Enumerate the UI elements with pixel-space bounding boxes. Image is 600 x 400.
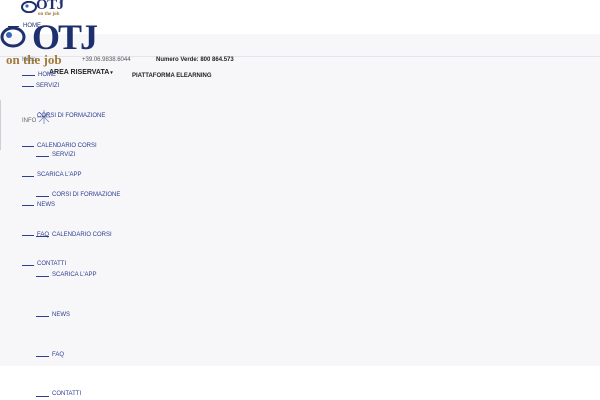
- menu-primary-servizi[interactable]: SERVIZI: [36, 83, 59, 89]
- toll-free-number[interactable]: Numero Verde: 800 864.573: [156, 57, 234, 63]
- reserved-area-label: AREA RISERVATA: [49, 69, 110, 76]
- menu-primary-calendario[interactable]: CALENDARIO CORSI: [37, 143, 97, 149]
- menu-primary-contatti[interactable]: CONTATTI: [37, 261, 66, 267]
- elearning-platform-link[interactable]: PIATTAFORMA ELEARNING: [132, 73, 212, 79]
- nav-line: [22, 176, 34, 177]
- nav-line: [36, 356, 49, 357]
- phone-number[interactable]: +39.06.9838.6044: [82, 57, 131, 63]
- menu-primary-corsi[interactable]: CORSI DI FORMAZIONE: [37, 113, 105, 119]
- logo-large[interactable]: OTJ on the job: [0, 17, 98, 70]
- menu-primary-news[interactable]: NEWS: [37, 202, 55, 208]
- nav-line: [22, 86, 34, 87]
- menu-primary-faq[interactable]: FAQ: [37, 232, 49, 238]
- menu-secondary-calendario[interactable]: CALENDARIO CORSI: [52, 232, 112, 238]
- menu-primary-home[interactable]: HOME: [38, 72, 56, 78]
- nav-line: [36, 396, 49, 397]
- menu-panel: [0, 34, 600, 366]
- vertical-divider: [0, 100, 1, 150]
- nav-line: [22, 265, 34, 266]
- registered-mark: ®: [59, 0, 62, 5]
- menu-secondary-servizi[interactable]: SERVIZI: [52, 152, 75, 158]
- menu-secondary-scarica-app[interactable]: SCARICA L'APP: [52, 272, 97, 278]
- globe-o-icon: [0, 26, 26, 48]
- nav-line: [36, 276, 49, 277]
- menu-secondary-contatti[interactable]: CONTATTI: [52, 391, 81, 397]
- nav-line: [22, 235, 34, 236]
- globe-o-icon: [21, 1, 37, 13]
- reserved-area-link[interactable]: AREA RISERVATA▾: [49, 69, 113, 76]
- chevron-down-icon: ▾: [110, 70, 113, 76]
- menu-primary-scarica-app[interactable]: SCARICA L'APP: [37, 172, 82, 178]
- nav-line: [36, 156, 49, 157]
- menu-secondary-corsi[interactable]: CORSI DI FORMAZIONE: [52, 192, 120, 198]
- nav-line: [22, 205, 34, 206]
- menu-secondary-faq[interactable]: FAQ: [52, 352, 64, 358]
- nav-line: [22, 146, 34, 147]
- nav-line: [22, 75, 35, 76]
- nav-line: [36, 236, 49, 237]
- breadcrumb-start[interactable]: Inizio: [22, 57, 36, 63]
- nav-line: [36, 316, 49, 317]
- info-label: INFO: [22, 118, 37, 124]
- nav-line: [36, 196, 49, 197]
- menu-secondary-news[interactable]: NEWS: [52, 312, 70, 318]
